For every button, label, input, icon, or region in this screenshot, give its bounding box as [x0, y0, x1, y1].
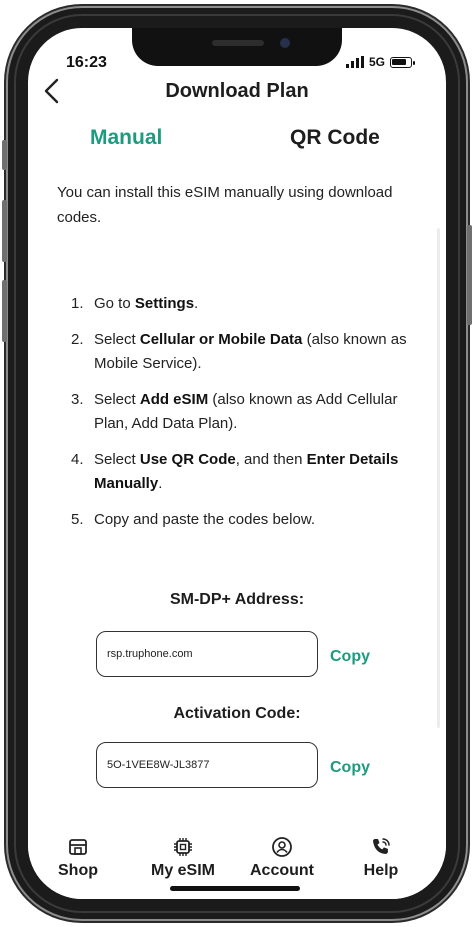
smdp-address-field[interactable]: rsp.truphone.com — [96, 631, 318, 677]
status-indicators: 5G — [345, 55, 415, 69]
page-title: Download Plan — [165, 80, 309, 102]
step-text: Go to — [94, 295, 135, 312]
step-item: 5. Copy and paste the codes below. — [71, 508, 416, 532]
nav-my-esim-label: My eSIM — [150, 862, 215, 879]
tab-qr-code[interactable]: QR Code — [290, 126, 380, 150]
screen: 16:23 5G Download Plan Manual QR Code Yo… — [28, 28, 446, 899]
tab-bar: Manual QR Code — [28, 126, 446, 152]
step-emphasis: Add eSIM — [139, 391, 209, 408]
step-item: 1. Go to Settings. — [71, 292, 416, 316]
smdp-label: SM-DP+ Address: — [169, 591, 305, 608]
instruction-steps: 1. Go to Settings. 2. Select Cellular or… — [71, 292, 416, 544]
home-indicator — [170, 886, 300, 891]
network-type: 5G — [368, 55, 385, 69]
step-item: 2. Select Cellular or Mobile Data (also … — [71, 328, 416, 376]
notch — [132, 28, 342, 66]
step-text: . — [158, 475, 163, 492]
camera — [280, 38, 290, 48]
status-time: 16:23 — [66, 54, 107, 71]
nav-shop-label: Shop — [58, 862, 98, 879]
step-text: Select — [94, 331, 140, 348]
battery-icon — [390, 56, 415, 68]
copy-activation-button[interactable]: Copy — [330, 759, 370, 777]
step-text: , and then — [235, 451, 307, 468]
speaker — [212, 40, 264, 46]
mute-switch — [2, 140, 7, 170]
step-text: Copy and paste the codes below. — [94, 511, 315, 528]
nav-account-label: Account — [250, 862, 314, 879]
step-number: 1. — [71, 295, 84, 312]
phone-icon — [373, 838, 390, 854]
step-emphasis: Use QR Code — [139, 451, 236, 468]
step-number: 5. — [71, 511, 84, 528]
step-number: 3. — [71, 391, 84, 408]
activation-label: Activation Code: — [173, 705, 301, 722]
nav-account[interactable]: Account — [240, 836, 324, 880]
step-text: Select — [94, 391, 140, 408]
step-emphasis: Cellular or Mobile Data — [139, 331, 303, 348]
volume-up-button — [2, 200, 7, 262]
power-button — [467, 225, 472, 325]
step-item: 4. Select Use QR Code, and then Enter De… — [71, 448, 416, 496]
volume-down-button — [2, 280, 7, 342]
step-item: 3. Select Add eSIM (also known as Add Ce… — [71, 388, 416, 436]
step-text: . — [194, 295, 199, 312]
signal-icon — [345, 56, 364, 68]
intro-text: You can install this eSIM manually using… — [57, 184, 393, 226]
nav-help[interactable]: Help — [356, 836, 406, 880]
account-icon — [272, 837, 292, 857]
nav-my-esim[interactable]: My eSIM — [140, 836, 226, 880]
chip-icon — [174, 838, 192, 856]
nav-shop[interactable]: Shop — [50, 836, 106, 880]
nav-help-label: Help — [363, 862, 399, 879]
step-text: Select — [94, 451, 140, 468]
step-emphasis: Settings — [134, 295, 195, 312]
step-number: 4. — [71, 451, 84, 468]
tab-manual[interactable]: Manual — [90, 126, 162, 150]
scroll-indicator — [437, 228, 440, 728]
step-number: 2. — [71, 331, 84, 348]
activation-code-field[interactable]: 5O-1VEE8W-JL3877 — [96, 742, 318, 788]
shop-icon — [69, 839, 87, 855]
copy-smdp-button[interactable]: Copy — [330, 648, 370, 666]
